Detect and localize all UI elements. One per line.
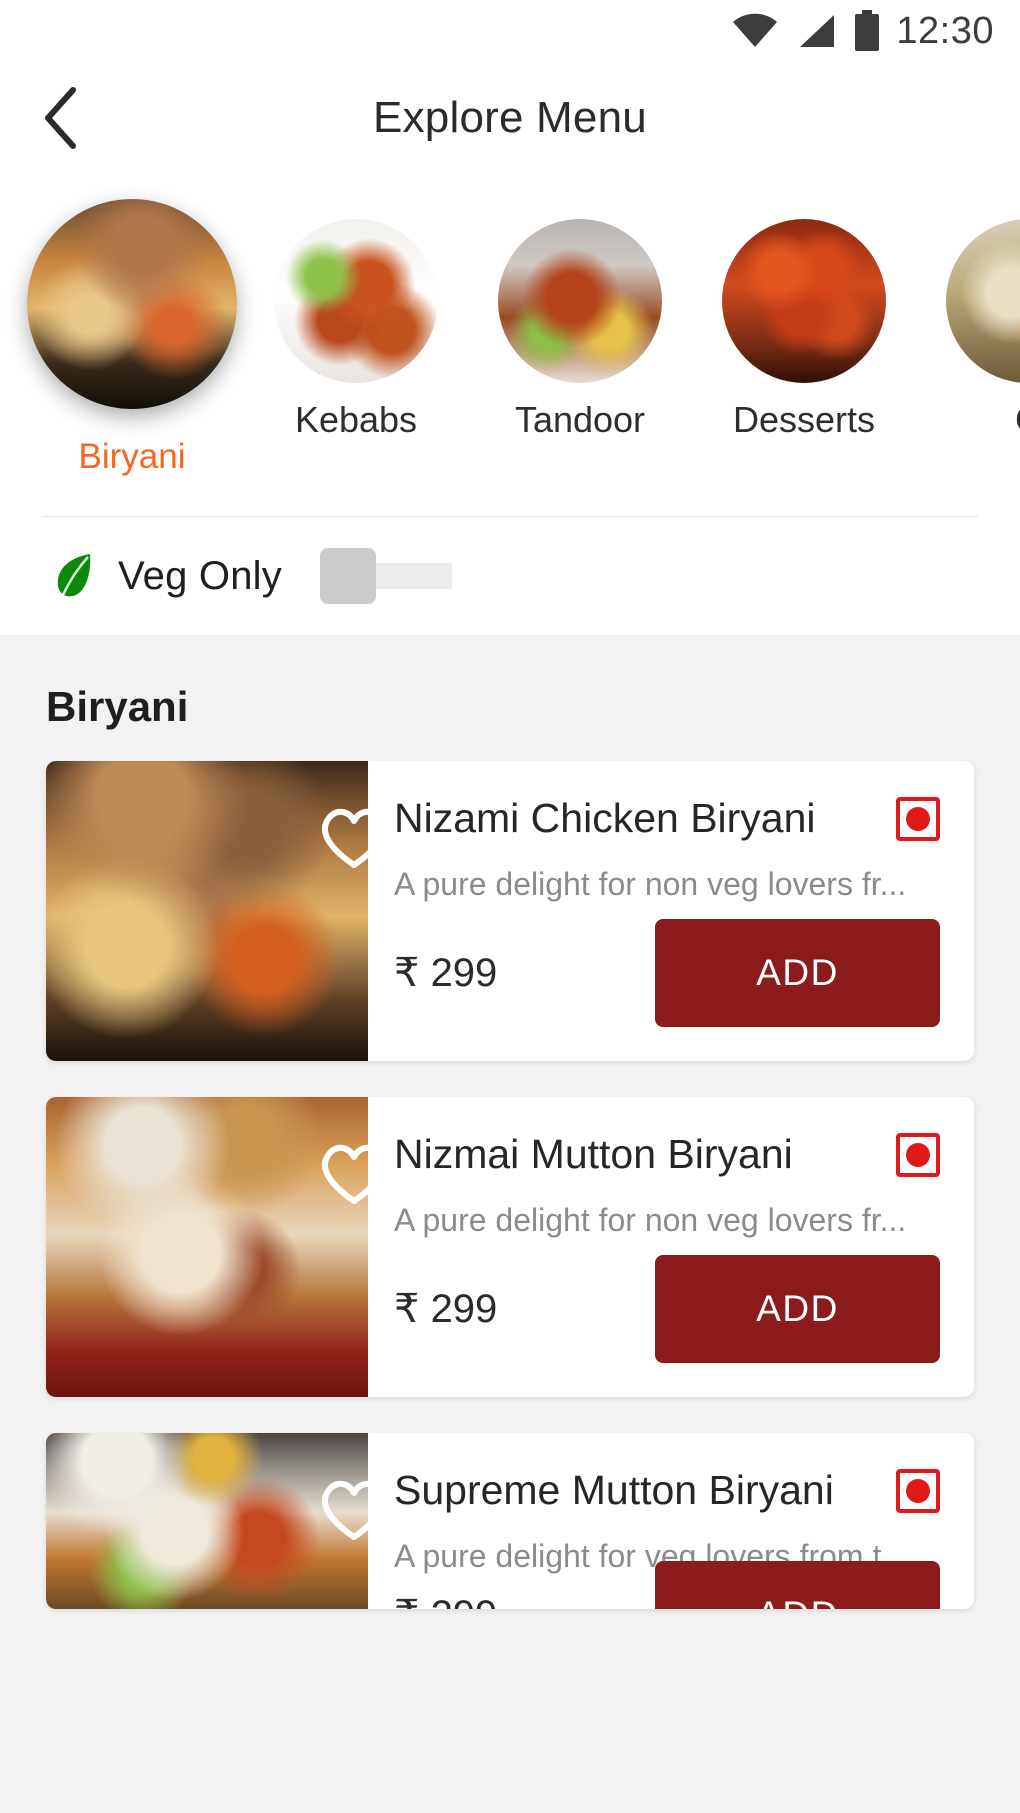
signal-icon bbox=[800, 15, 835, 47]
leaf-icon bbox=[57, 554, 91, 597]
menu-item-image bbox=[46, 761, 386, 1061]
heart-icon bbox=[322, 1480, 386, 1540]
battery-icon bbox=[855, 10, 880, 51]
menu-item-card[interactable]: Supreme Mutton Biryani A pure delight fo… bbox=[46, 1433, 974, 1609]
category-thumbnail-chinese bbox=[946, 219, 1020, 383]
menu-item-footer: ₹ 299 ADD bbox=[394, 1561, 940, 1609]
menu-item-description: A pure delight for non veg lovers fr... bbox=[394, 866, 907, 902]
menu-item-body: Nizmai Mutton Biryani A pure delight for… bbox=[368, 1097, 974, 1397]
category-label-kebabs: Kebabs bbox=[294, 399, 418, 440]
app-bar: Explore Menu bbox=[0, 62, 1020, 174]
category-item-chinese[interactable]: C bbox=[916, 189, 1020, 441]
nonveg-indicator-icon bbox=[896, 1468, 940, 1513]
add-to-cart-button[interactable]: ADD bbox=[655, 1255, 940, 1363]
category-thumbnail-kebabs bbox=[274, 219, 438, 383]
menu-item-price: ₹ 299 bbox=[394, 951, 498, 995]
veg-only-filter-row: Veg Only bbox=[0, 517, 1020, 635]
back-button[interactable] bbox=[26, 83, 96, 153]
category-label-chinese: C bbox=[1015, 399, 1020, 441]
heart-icon bbox=[322, 1144, 386, 1204]
nonveg-indicator-icon bbox=[896, 1132, 940, 1177]
menu-item-description: A pure delight for non veg lovers fr... bbox=[394, 1202, 907, 1238]
menu-item-card[interactable]: Nizmai Mutton Biryani A pure delight for… bbox=[46, 1097, 974, 1397]
category-label-desserts: Desserts bbox=[732, 399, 876, 440]
category-item-biryani[interactable]: Biryani bbox=[20, 189, 244, 477]
status-bar: 12:30 bbox=[0, 0, 1020, 62]
menu-item-price: ₹ 299 bbox=[394, 1592, 497, 1609]
menu-item-price: ₹ 299 bbox=[394, 1287, 498, 1331]
favorite-button[interactable] bbox=[306, 1461, 402, 1557]
page-title: Explore Menu bbox=[373, 93, 647, 142]
status-time: 12:30 bbox=[896, 9, 994, 52]
menu-item-body: Nizami Chicken Biryani A pure delight fo… bbox=[368, 761, 974, 1061]
menu-item-title-row: Nizami Chicken Biryani bbox=[394, 795, 940, 842]
menu-item-name: Supreme Mutton Biryani bbox=[394, 1467, 834, 1513]
section-title: Biryani bbox=[46, 683, 189, 730]
category-item-kebabs[interactable]: Kebabs bbox=[244, 189, 468, 441]
category-thumbnail-tandoor bbox=[498, 219, 662, 383]
category-thumbnail-biryani bbox=[27, 199, 237, 409]
add-to-cart-button[interactable]: ADD bbox=[655, 919, 940, 1027]
menu-list: Biryani Nizami Chicken Biryani A pure de… bbox=[0, 635, 1020, 1813]
category-item-tandoor[interactable]: Tandoor bbox=[468, 189, 692, 441]
menu-item-name: Nizami Chicken Biryani bbox=[394, 795, 816, 841]
chevron-left-icon bbox=[45, 87, 76, 149]
category-label-tandoor: Tandoor bbox=[514, 399, 646, 440]
category-carousel[interactable]: Biryani Kebabs Tandoor Desserts C bbox=[0, 174, 1020, 504]
heart-icon bbox=[322, 808, 386, 868]
nonveg-indicator-icon bbox=[896, 796, 940, 841]
category-thumbnail-desserts bbox=[722, 219, 886, 383]
veg-only-toggle[interactable] bbox=[319, 548, 452, 604]
favorite-button[interactable] bbox=[306, 789, 402, 885]
menu-item-footer: ₹ 299 ADD bbox=[394, 1255, 940, 1363]
menu-item-footer: ₹ 299 ADD bbox=[394, 919, 940, 1027]
menu-item-card[interactable]: Nizami Chicken Biryani A pure delight fo… bbox=[46, 761, 974, 1061]
menu-item-image bbox=[46, 1433, 386, 1609]
toggle-knob bbox=[319, 548, 376, 604]
category-item-desserts[interactable]: Desserts bbox=[692, 189, 916, 441]
menu-item-title-row: Supreme Mutton Biryani bbox=[394, 1467, 940, 1514]
menu-item-title-row: Nizmai Mutton Biryani bbox=[394, 1131, 940, 1178]
category-label-biryani: Biryani bbox=[78, 437, 186, 476]
toggle-track bbox=[363, 563, 452, 589]
app-screen: 12:30 Explore Menu Biryani Kebabs Tandoo… bbox=[0, 0, 1020, 1813]
wifi-icon bbox=[733, 13, 778, 47]
favorite-button[interactable] bbox=[306, 1125, 402, 1221]
add-to-cart-button[interactable]: ADD bbox=[655, 1561, 940, 1609]
status-icons bbox=[732, 10, 882, 52]
menu-item-image bbox=[46, 1097, 386, 1397]
menu-item-name: Nizmai Mutton Biryani bbox=[394, 1131, 793, 1177]
menu-item-body: Supreme Mutton Biryani A pure delight fo… bbox=[368, 1433, 974, 1609]
veg-only-label: Veg Only bbox=[118, 553, 282, 598]
